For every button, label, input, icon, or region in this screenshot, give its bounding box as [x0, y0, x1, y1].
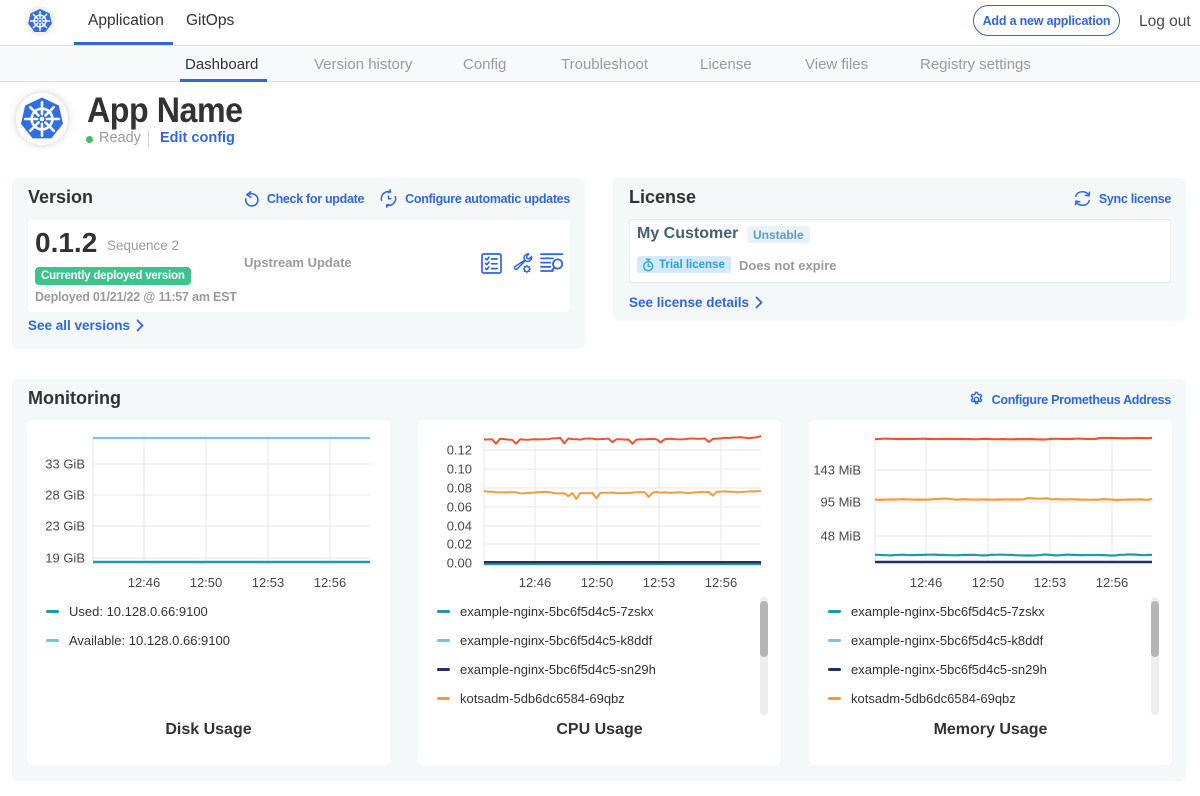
svg-text:0.06: 0.06 — [447, 500, 472, 515]
svg-text:12:56: 12:56 — [705, 575, 738, 590]
svg-text:0.10: 0.10 — [447, 462, 472, 477]
svg-text:12:53: 12:53 — [1034, 575, 1067, 590]
svg-text:12:50: 12:50 — [581, 575, 614, 590]
svg-text:0.12: 0.12 — [447, 443, 472, 458]
svg-text:0.08: 0.08 — [447, 481, 472, 496]
svg-text:12:56: 12:56 — [1096, 575, 1129, 590]
svg-text:23 GiB: 23 GiB — [45, 519, 85, 534]
svg-text:12:56: 12:56 — [314, 575, 347, 590]
svg-text:19 GiB: 19 GiB — [45, 551, 85, 566]
svg-text:12:46: 12:46 — [519, 575, 552, 590]
svg-text:0.00: 0.00 — [447, 556, 472, 571]
svg-text:12:53: 12:53 — [252, 575, 285, 590]
svg-text:12:46: 12:46 — [128, 575, 161, 590]
svg-text:0.04: 0.04 — [447, 519, 472, 534]
svg-text:143 MiB: 143 MiB — [813, 463, 861, 478]
svg-text:28 GiB: 28 GiB — [45, 488, 85, 503]
svg-text:12:53: 12:53 — [643, 575, 676, 590]
svg-text:12:46: 12:46 — [910, 575, 943, 590]
svg-text:12:50: 12:50 — [972, 575, 1005, 590]
svg-text:0.02: 0.02 — [447, 537, 472, 552]
svg-text:95 MiB: 95 MiB — [821, 495, 861, 510]
svg-text:33 GiB: 33 GiB — [45, 457, 85, 472]
svg-text:12:50: 12:50 — [190, 575, 223, 590]
svg-text:48 MiB: 48 MiB — [821, 529, 861, 544]
